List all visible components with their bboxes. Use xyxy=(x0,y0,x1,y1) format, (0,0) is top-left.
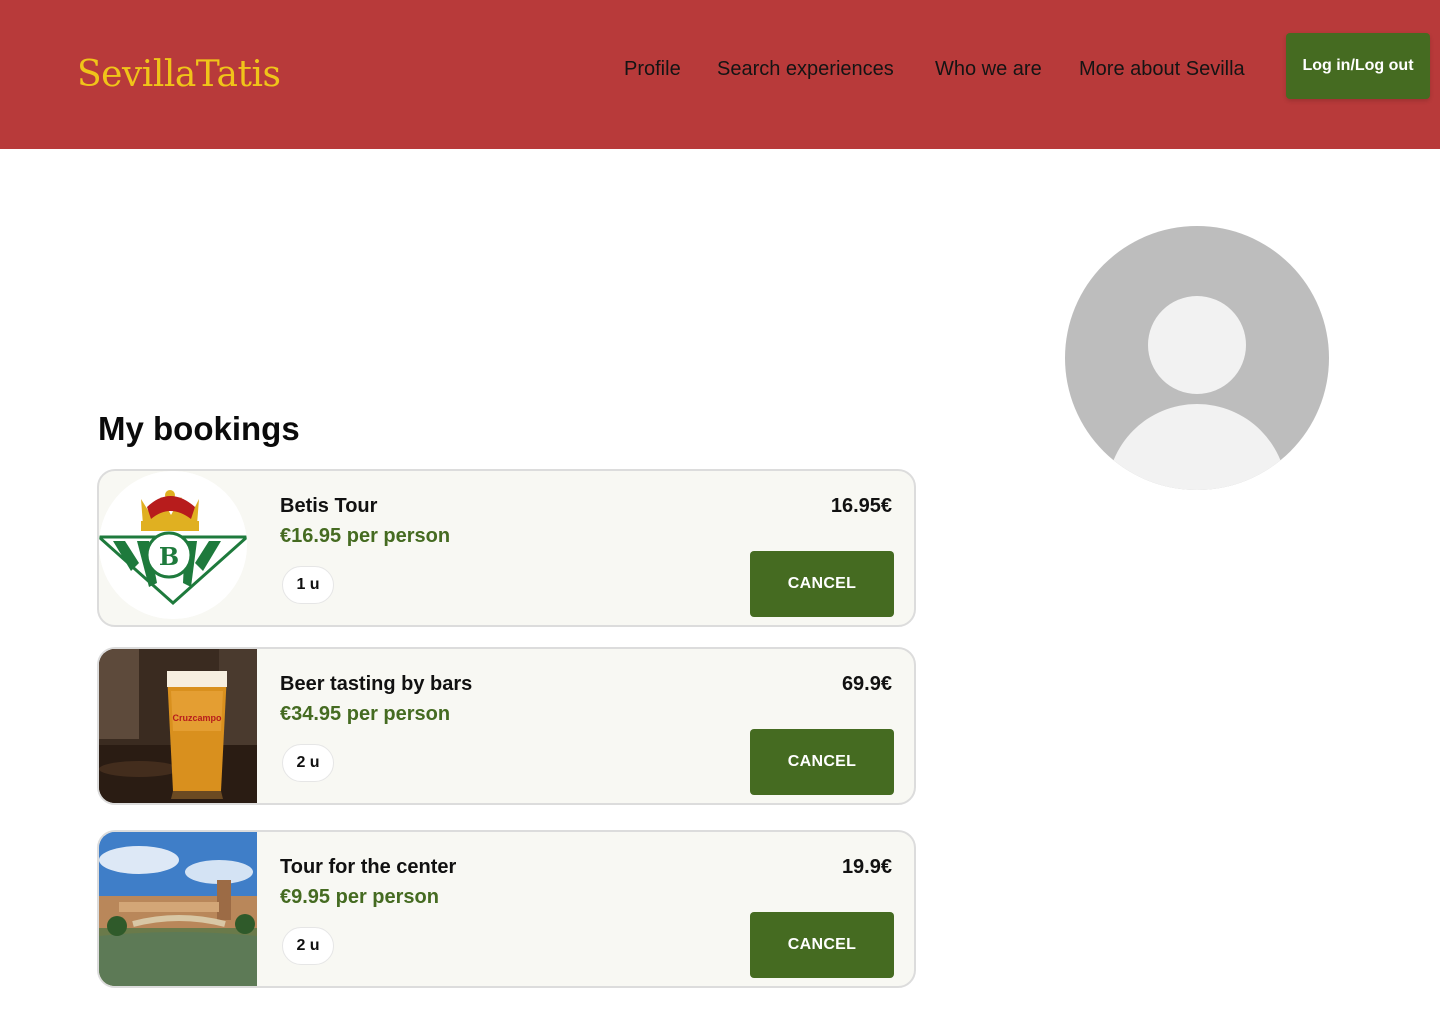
svg-text:B: B xyxy=(159,542,179,571)
beer-glass-image: Cruzcampo xyxy=(99,649,257,803)
booking-total: 19.9€ xyxy=(841,856,892,878)
booking-price-per-person: €16.95 per person xyxy=(280,525,451,547)
booking-price-per-person: €9.95 per person xyxy=(280,886,439,908)
cancel-button[interactable]: CANCEL xyxy=(750,551,894,617)
betis-crest-image: B xyxy=(99,471,247,619)
nav-who-we-are[interactable]: Who we are xyxy=(935,58,1042,81)
site-header: SevillaTatis Profile Search experiences … xyxy=(0,0,1440,149)
avatar-body xyxy=(1107,404,1287,490)
user-placeholder-icon xyxy=(1065,226,1329,490)
booking-card: Tour for the center €9.95 per person 2 u… xyxy=(97,830,916,988)
booking-price-per-person: €34.95 per person xyxy=(280,703,451,725)
nav-search-experiences[interactable]: Search experiences xyxy=(717,58,894,81)
booking-title: Beer tasting by bars xyxy=(280,673,473,695)
nav-profile[interactable]: Profile xyxy=(624,58,681,81)
svg-text:Cruzcampo: Cruzcampo xyxy=(172,713,222,723)
booking-total: 16.95€ xyxy=(830,495,892,517)
avatar-head xyxy=(1148,296,1246,394)
booking-card: Cruzcampo Beer tasting by bars €34.95 pe… xyxy=(97,647,916,805)
booking-title: Betis Tour xyxy=(280,495,378,517)
login-logout-button[interactable]: Log in/Log out xyxy=(1286,33,1430,99)
nav-more-about-sevilla[interactable]: More about Sevilla xyxy=(1079,58,1245,81)
booking-quantity: 1 u xyxy=(282,566,334,604)
booking-quantity: 2 u xyxy=(282,927,334,965)
booking-total: 69.9€ xyxy=(841,673,892,695)
booking-card: B Betis Tour €16.95 per person 1 u 16.95… xyxy=(97,469,916,627)
booking-quantity: 2 u xyxy=(282,744,334,782)
page-title: My bookings xyxy=(98,410,300,447)
site-logo[interactable]: SevillaTatis xyxy=(77,54,281,95)
plaza-espana-image xyxy=(99,832,257,986)
cancel-button[interactable]: CANCEL xyxy=(750,729,894,795)
cancel-button[interactable]: CANCEL xyxy=(750,912,894,978)
booking-title: Tour for the center xyxy=(280,856,457,878)
